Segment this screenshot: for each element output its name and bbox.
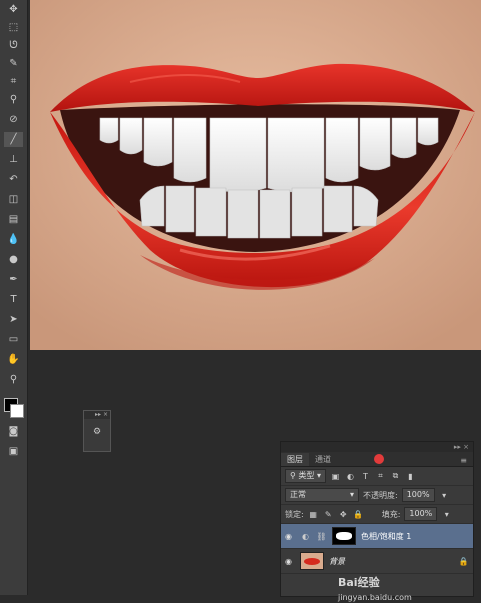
shape-filter-icon[interactable]: ⌗	[375, 471, 386, 482]
watermark: Bai经验 jingyan.baidu.com	[338, 574, 412, 603]
brush-tool-icon[interactable]: ╱	[4, 132, 23, 147]
smart-object-filter-icon[interactable]: ⧉	[390, 471, 401, 482]
lock-transparent-icon[interactable]: ▦	[308, 509, 319, 520]
lock-label: 锁定:	[285, 509, 304, 519]
background-thumbnail[interactable]	[300, 552, 324, 570]
blend-row: 正常 ▾ 不透明度: 100% ▾	[281, 486, 473, 505]
link-icon[interactable]: ⛓	[316, 531, 327, 542]
background-color-swatch[interactable]	[10, 404, 24, 418]
stamp-tool-icon[interactable]: ⊥	[4, 152, 23, 167]
tools-panel: ✥ ⬚ ᘎ ✎ ⌗ ⚲ ⊘ ╱ ⊥ ↶ ◫ ▤ 💧 ● ✒ T ➤ ▭ ✋ ⚲ …	[0, 0, 28, 595]
fill-field[interactable]: 100%	[404, 507, 438, 521]
history-brush-tool-icon[interactable]: ↶	[4, 172, 23, 187]
fill-dropdown-icon[interactable]: ▾	[441, 509, 452, 520]
eyedropper-tool-icon[interactable]: ⚲	[4, 92, 23, 107]
lasso-tool-icon[interactable]: ᘎ	[4, 38, 23, 53]
tab-layers[interactable]: 图层	[281, 453, 309, 466]
crop-tool-icon[interactable]: ⌗	[4, 74, 23, 89]
marquee-tool-icon[interactable]: ⬚	[4, 20, 23, 35]
zoom-tool-icon[interactable]: ⚲	[4, 372, 23, 387]
opacity-dropdown-icon[interactable]: ▾	[439, 490, 450, 501]
pen-tool-icon[interactable]: ✒	[4, 272, 23, 287]
document-canvas[interactable]	[30, 0, 481, 350]
quick-select-tool-icon[interactable]: ✎	[4, 56, 23, 71]
cursor-indicator	[374, 454, 384, 464]
type-tool-icon[interactable]: T	[4, 292, 23, 307]
quick-mask-icon[interactable]: ◙	[4, 424, 23, 439]
filter-toggle-icon[interactable]: ▮	[405, 471, 416, 482]
filter-type-label: 类型	[298, 471, 315, 480]
collapsed-panel-header[interactable]: ▸▸ ×	[84, 411, 110, 419]
move-tool-icon[interactable]: ✥	[4, 2, 23, 17]
shape-tool-icon[interactable]: ▭	[4, 332, 23, 347]
adjustment-layer-icon: ◐	[302, 531, 309, 541]
collapsed-panel[interactable]: ▸▸ × ⚙	[83, 410, 111, 452]
layer-row-hue-saturation[interactable]: ◉ ◐ ⛓ 色相/饱和度 1	[281, 524, 473, 549]
opacity-field[interactable]: 100%	[401, 488, 435, 502]
layer-name: 色相/饱和度 1	[361, 531, 412, 541]
adjustment-filter-icon[interactable]: ◐	[345, 471, 356, 482]
filter-row: ⚲ 类型 ▾ ▣ ◐ T ⌗ ⧉ ▮	[281, 467, 473, 486]
layer-name: 背景	[329, 556, 345, 566]
hand-tool-icon[interactable]: ✋	[4, 352, 23, 367]
layer-lock-icon: 🔒	[458, 556, 469, 566]
tab-channels[interactable]: 通道	[309, 453, 337, 466]
lock-all-icon[interactable]: 🔒	[353, 509, 364, 520]
eye-icon[interactable]: ◉	[285, 557, 295, 566]
layer-row-background[interactable]: ◉ 背景 🔒	[281, 549, 473, 574]
panel-menu-icon[interactable]: ≡	[454, 455, 473, 466]
lips-photo	[30, 0, 481, 350]
watermark-url: jingyan.baidu.com	[338, 593, 412, 602]
eraser-tool-icon[interactable]: ◫	[4, 192, 23, 207]
lock-pixels-icon[interactable]: ✎	[323, 509, 334, 520]
watermark-brand: Bai经验	[338, 576, 380, 589]
type-filter-icon[interactable]: T	[360, 471, 371, 482]
filter-type-dropdown[interactable]: ⚲ 类型 ▾	[285, 469, 326, 483]
layers-panel-topbar[interactable]: ▸▸ ×	[281, 442, 473, 452]
pixel-filter-icon[interactable]: ▣	[330, 471, 341, 482]
blend-mode-value: 正常	[290, 490, 306, 499]
lock-row: 锁定: ▦ ✎ ✥ 🔒 填充: 100% ▾	[281, 505, 473, 524]
lock-position-icon[interactable]: ✥	[338, 509, 349, 520]
adjustments-icon[interactable]: ⚙	[84, 427, 110, 437]
opacity-label: 不透明度:	[363, 490, 398, 500]
blur-tool-icon[interactable]: 💧	[4, 232, 23, 247]
path-select-tool-icon[interactable]: ➤	[4, 312, 23, 327]
fill-label: 填充:	[381, 509, 401, 519]
gradient-tool-icon[interactable]: ▤	[4, 212, 23, 227]
dodge-tool-icon[interactable]: ●	[4, 252, 23, 267]
screen-mode-icon[interactable]: ▣	[4, 444, 23, 459]
layer-mask-thumbnail[interactable]	[332, 527, 356, 545]
blend-mode-dropdown[interactable]: 正常 ▾	[285, 488, 359, 502]
healing-tool-icon[interactable]: ⊘	[4, 112, 23, 127]
eye-icon[interactable]: ◉	[285, 532, 295, 541]
